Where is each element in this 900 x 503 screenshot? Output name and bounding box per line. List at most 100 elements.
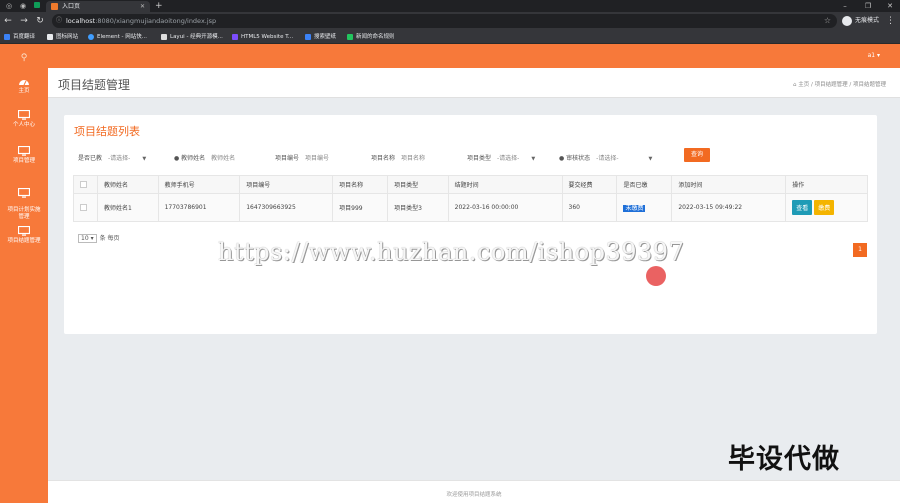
bookmark-item[interactable]: 图标网站 (47, 32, 78, 42)
reload-icon[interactable]: ↻ (34, 15, 46, 27)
column-header: 项目名称 (332, 175, 389, 194)
back-icon[interactable]: ← (2, 15, 14, 27)
column-header: 添加时间 (671, 175, 787, 194)
page-size-select[interactable]: 10 ▾ (78, 234, 97, 243)
home-icon: ⌂ (792, 82, 797, 88)
filter-input[interactable]: 教师姓名 (211, 153, 235, 165)
promo-text: 毕设代做 (728, 444, 840, 475)
bookmark-item[interactable]: 百度翻译 (4, 32, 35, 42)
browser-tab-active[interactable]: 入口页 ✕ (46, 1, 150, 12)
table-cell: 1647309663925 (239, 193, 334, 222)
new-tab-icon[interactable]: + (155, 0, 163, 12)
column-header: 要交经费 (561, 175, 618, 194)
filter-project-name[interactable]: 项目名称 项目名称 (371, 153, 425, 165)
address-bar[interactable]: ⓘ localhost:8080/xiangmujiandaoitong/ind… (52, 14, 837, 28)
breadcrumb-item[interactable]: 项目结题管理 (815, 82, 848, 88)
filter-label: 教师姓名 (181, 155, 206, 162)
bookmark-item[interactable]: 新闻的命名规则 (347, 32, 395, 42)
table-cell: 2022-03-16 00:00:00 (447, 193, 563, 222)
pay-button[interactable]: 缴费 (814, 200, 835, 215)
filter-input[interactable]: 项目编号 (305, 153, 329, 165)
chevron-down-icon: ▾ (90, 235, 94, 242)
sidebar: ⚲ 主页 个人中心 项目管理 项目计划实施 管理 项目结题管理 (0, 44, 48, 503)
monitor-icon (18, 188, 30, 198)
browser-tabstrip: ◎ ◉ 入口页 ✕ + – ❐ ✕ (0, 0, 900, 12)
incognito-label: 无痕模式 (855, 17, 880, 24)
bookmark-icon (4, 34, 10, 40)
column-header: 结题时间 (447, 175, 563, 194)
view-button[interactable]: 查看 (792, 200, 813, 215)
card-title: 项目结题列表 (74, 125, 140, 138)
bookmarks-bar: 百度翻译 图标网站 Element - 网站快... Layui - 经典开源模… (0, 30, 900, 44)
close-tab-icon[interactable]: ✕ (140, 1, 145, 12)
bookmark-icon (88, 34, 94, 40)
forward-icon[interactable]: → (18, 15, 30, 27)
filter-input[interactable]: 项目名称 (401, 153, 425, 165)
filter-label: 项目类型 (467, 155, 492, 162)
bookmark-star-icon[interactable]: ☆ (824, 14, 831, 28)
table-cell: 项目类型3 (387, 193, 449, 222)
filter-project-code[interactable]: 项目编号 项目编号 (275, 153, 329, 165)
actions-cell: 查看 缴费 (785, 193, 868, 222)
bookmark-item[interactable]: HTML5 Website T... (232, 32, 293, 42)
table-cell: 项目999 (332, 193, 389, 222)
url-path: :8080/xiangmujiandaoitong/index.jsp (95, 17, 217, 25)
window-close-icon[interactable]: ✕ (880, 0, 900, 12)
browser-toolbar: ← → ↻ ⓘ localhost:8080/xiangmujiandaoito… (0, 12, 900, 30)
table-row: 教师姓名1 17703786901 1647309663925 项目999 项目… (73, 193, 868, 222)
click-indicator (646, 266, 666, 286)
bookmark-label: 新闻的命名规则 (356, 34, 395, 40)
user-menu[interactable]: a1 ▾ (868, 52, 880, 59)
filter-teacher-name[interactable]: ● 教师姓名 教师姓名 (174, 153, 235, 165)
bookmark-item[interactable]: Element - 网站快... (88, 32, 147, 42)
filter-review-status[interactable]: ● 审核状态 -请选择- ▼ (559, 153, 652, 165)
breadcrumb: ⌂ 主页 / 项目结题管理 / 项目结题管理 (793, 80, 886, 88)
minimize-icon[interactable]: – (835, 0, 855, 12)
monitor-icon (18, 146, 30, 156)
bookmark-item[interactable]: 搜索壁纸 (305, 32, 336, 42)
sidebar-label: 项目计划实施 管理 (7, 207, 41, 220)
sidebar-item-projects[interactable]: 项目管理 (0, 146, 48, 165)
chevron-down-icon: ▼ (531, 156, 536, 162)
bookmark-icon (47, 34, 53, 40)
site-info-icon[interactable]: ⓘ (56, 14, 62, 28)
filter-label: 项目编号 (275, 155, 300, 162)
maximize-icon[interactable]: ❐ (858, 0, 878, 12)
query-button[interactable]: 查询 (684, 148, 710, 162)
row-checkbox[interactable] (80, 204, 87, 211)
sidebar-item-conclusion[interactable]: 项目结题管理 (0, 226, 48, 245)
sidebar-item-home[interactable]: 主页 (0, 76, 48, 95)
bookmark-item[interactable]: Layui - 经典开源模... (161, 32, 223, 42)
filter-select-value[interactable]: -请选择- (108, 153, 130, 165)
bookmark-label: HTML5 Website T... (241, 34, 294, 40)
dashboard-icon (19, 80, 29, 86)
sidebar-label: 主页 (18, 88, 30, 94)
sidebar-item-plan[interactable]: 项目计划实施 管理 (0, 181, 48, 221)
filter-paid[interactable]: 是否已教 -请选择- ▼ (78, 153, 146, 165)
browser-menu-icon[interactable]: ⋮ (886, 15, 895, 27)
incognito-indicator[interactable]: 无痕模式 (842, 15, 879, 27)
filter-select-value[interactable]: -请选择- (497, 153, 519, 165)
table-cell-paid-status: 未缴费 (616, 193, 673, 222)
column-header: 教师手机号 (157, 175, 241, 194)
page-header: 项目结题管理 ⌂ 主页 / 项目结题管理 / 项目结题管理 (48, 68, 900, 98)
select-all-checkbox[interactable] (80, 181, 87, 188)
filter-select-value[interactable]: -请选择- (596, 153, 618, 165)
list-card: 项目结题列表 是否已教 -请选择- ▼ ● 教师姓名 教师姓名 项目编号 项目编号 项目… (64, 115, 877, 334)
bookmark-icon (232, 34, 238, 40)
tab-group-icon[interactable]: ◉ (17, 1, 29, 11)
incognito-icon (842, 15, 852, 26)
filter-label: 项目名称 (371, 155, 396, 162)
filter-label-wrap: ● 审核状态 (559, 153, 590, 165)
footer-text: 欢迎使用项目结题系统 (446, 492, 502, 498)
sidebar-item-profile[interactable]: 个人中心 (0, 110, 48, 129)
column-header: 教师姓名 (97, 175, 159, 194)
filter-project-type[interactable]: 项目类型 -请选择- ▼ (467, 153, 535, 165)
page-title: 项目结题管理 (58, 78, 131, 92)
table-header-row: 教师姓名 教师手机号 项目编号 项目名称 项目类型 结题时间 要交经费 是否已缴… (73, 175, 868, 194)
breadcrumb-item[interactable]: 主页 (798, 82, 809, 88)
data-table: 教师姓名 教师手机号 项目编号 项目名称 项目类型 结题时间 要交经费 是否已缴… (73, 175, 868, 222)
pinned-tab-icon[interactable] (31, 1, 43, 11)
tab-search-icon[interactable]: ◎ (3, 1, 15, 11)
pagination-current[interactable]: 1 (853, 243, 867, 257)
